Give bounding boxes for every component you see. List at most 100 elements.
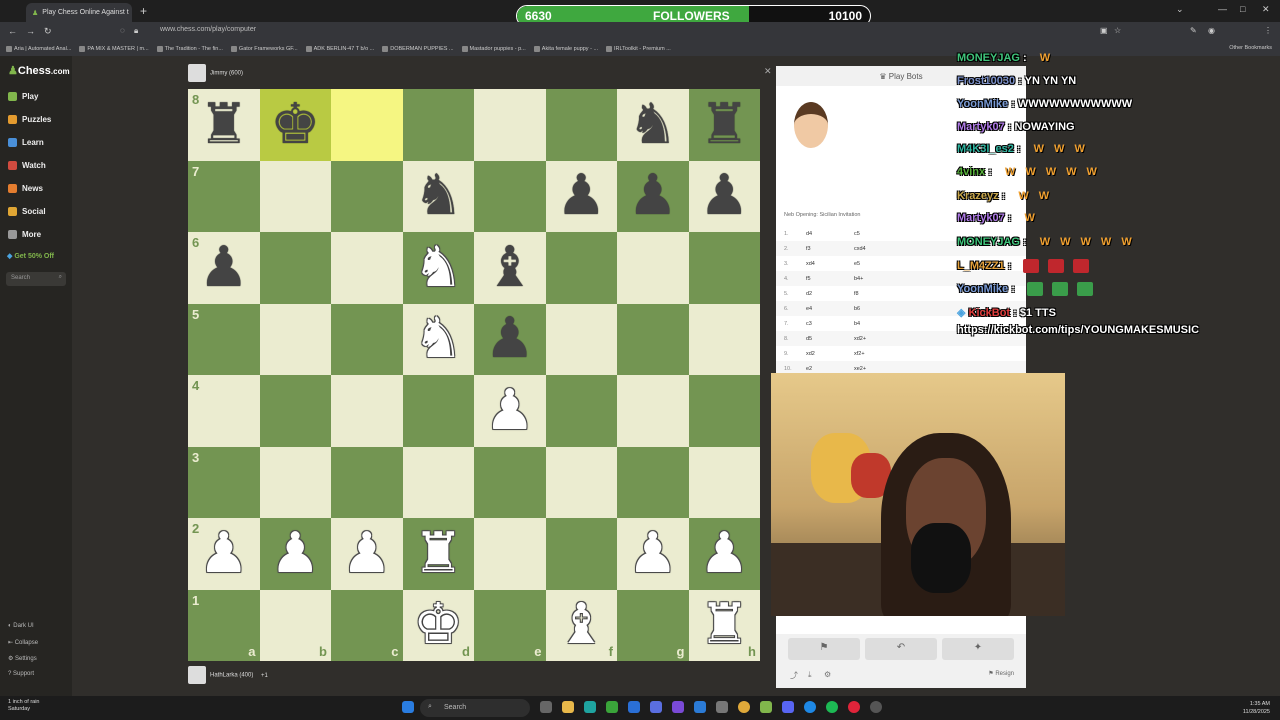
move-row[interactable]: 9. xd2 xf2+ xyxy=(776,346,1026,361)
black-move[interactable]: xd2+ xyxy=(854,336,866,342)
square-c6[interactable] xyxy=(331,232,403,304)
chess-app-icon[interactable] xyxy=(760,701,772,713)
square-b4[interactable] xyxy=(259,375,331,447)
resign-button[interactable]: ⚑ Resign xyxy=(988,670,1014,677)
square-d3[interactable] xyxy=(402,446,474,518)
bookmark-star-icon[interactable]: ☆ xyxy=(1114,26,1121,35)
square-a4[interactable]: 4 xyxy=(188,375,260,447)
square-e3[interactable] xyxy=(474,446,546,518)
black-move[interactable]: b4 xyxy=(854,321,860,327)
black-move[interactable]: c5 xyxy=(854,231,860,237)
white-piece-d6[interactable]: ♞ xyxy=(403,232,475,304)
square-c5[interactable] xyxy=(331,303,403,375)
square-h5[interactable] xyxy=(688,303,760,375)
share-icon[interactable]: ⤴ xyxy=(790,670,798,681)
white-piece-f1[interactable]: ♝ xyxy=(546,590,618,662)
square-g4[interactable] xyxy=(617,375,689,447)
lock-icon[interactable]: 🔒︎ xyxy=(134,26,138,36)
dark-ui-toggle[interactable]: ◐ Dark UI xyxy=(8,623,34,629)
bookmark-item[interactable]: IRLToolkit - Premium ... xyxy=(606,46,671,52)
white-piece-b2[interactable]: ♟ xyxy=(260,518,332,590)
undo-button[interactable]: ↶ xyxy=(865,638,937,660)
black-piece-b8[interactable]: ♚ xyxy=(260,89,332,161)
weather-widget[interactable]: 1 inch of rain Saturday xyxy=(8,699,40,713)
translate-icon[interactable]: ▣ xyxy=(1100,26,1108,35)
bookmark-item[interactable]: PA MIX & MASTER | m... xyxy=(79,46,149,52)
black-piece-h7[interactable]: ♟ xyxy=(689,161,761,233)
bookmark-item[interactable]: The Tradition - The fin... xyxy=(156,46,223,52)
white-move[interactable]: d2 xyxy=(806,291,854,297)
taskbar-clock[interactable]: 1:35 AM 11/28/2025 xyxy=(1243,700,1270,716)
bookmark-item[interactable]: Akita female puppy - ... xyxy=(533,46,598,52)
square-b5[interactable] xyxy=(259,303,331,375)
black-piece-a6[interactable]: ♟ xyxy=(188,232,260,304)
square-g1[interactable]: g xyxy=(617,589,689,661)
square-h3[interactable] xyxy=(688,446,760,518)
black-move[interactable]: b6 xyxy=(854,306,860,312)
white-move[interactable]: d4 xyxy=(806,231,854,237)
bookmark-item[interactable]: ADK BERLIN-47 T b/o ... xyxy=(305,46,374,52)
black-move[interactable]: xf2+ xyxy=(854,351,865,357)
sidebar-item-social[interactable]: Social xyxy=(8,207,46,216)
settings-icon[interactable]: ⚙ xyxy=(824,670,831,679)
black-move[interactable]: cxd4 xyxy=(854,246,866,252)
square-e1[interactable]: e xyxy=(474,589,546,661)
sidebar-item-more[interactable]: More xyxy=(8,230,41,239)
other-bookmarks[interactable]: Other Bookmarks xyxy=(1229,45,1272,51)
square-f2[interactable] xyxy=(545,518,617,590)
black-piece-d7[interactable]: ♞ xyxy=(403,161,475,233)
white-piece-g2[interactable]: ♟ xyxy=(617,518,689,590)
app-icon[interactable] xyxy=(584,701,596,713)
square-e7[interactable] xyxy=(474,160,546,232)
close-window-icon[interactable]: ✕ xyxy=(1262,4,1270,15)
app-icon[interactable] xyxy=(848,701,860,713)
square-h6[interactable] xyxy=(688,232,760,304)
white-piece-d5[interactable]: ♞ xyxy=(403,304,475,376)
white-move[interactable]: c3 xyxy=(806,321,854,327)
hint-button[interactable]: ✦ xyxy=(942,638,1014,660)
sidebar-item-learn[interactable]: Learn xyxy=(8,138,44,147)
discord-icon[interactable] xyxy=(782,701,794,713)
bookmark-item[interactable]: Gator Frameworks GF... xyxy=(230,46,298,52)
settings-link[interactable]: ⚙ Settings xyxy=(8,655,37,662)
spotify-icon[interactable] xyxy=(826,701,838,713)
square-b3[interactable] xyxy=(259,446,331,518)
white-piece-d1[interactable]: ♚ xyxy=(403,590,475,662)
download-icon[interactable]: ⤓ xyxy=(808,670,812,680)
app-icon[interactable] xyxy=(716,701,728,713)
square-f8[interactable] xyxy=(545,89,617,161)
app-icon[interactable] xyxy=(672,701,684,713)
obs-icon[interactable] xyxy=(870,701,882,713)
square-f3[interactable] xyxy=(545,446,617,518)
square-c3[interactable] xyxy=(331,446,403,518)
bookmark-item[interactable]: Mastador puppies - p... xyxy=(461,46,526,52)
square-a3[interactable]: 3 xyxy=(188,446,260,518)
minimize-icon[interactable]: — xyxy=(1218,4,1227,14)
support-link[interactable]: ? Support xyxy=(8,671,34,677)
bookmark-item[interactable]: Aria | Automated Anal... xyxy=(6,46,71,52)
square-e2[interactable] xyxy=(474,518,546,590)
white-move[interactable]: e2 xyxy=(806,366,854,372)
square-e8[interactable] xyxy=(474,89,546,161)
black-piece-a8[interactable]: ♜ xyxy=(188,89,260,161)
white-move[interactable]: f3 xyxy=(806,246,854,252)
profile-icon[interactable]: ◉ xyxy=(1208,26,1215,35)
square-b1[interactable]: b xyxy=(259,589,331,661)
url-input[interactable]: www.chess.com/play/computer xyxy=(160,26,256,33)
browser-tab[interactable]: ♟ Play Chess Online Against t ✕ xyxy=(26,3,132,22)
square-a1[interactable]: 1a xyxy=(188,589,260,661)
app-icon[interactable] xyxy=(694,701,706,713)
white-move[interactable]: d5 xyxy=(806,336,854,342)
chrome-icon[interactable] xyxy=(738,701,750,713)
square-f5[interactable] xyxy=(545,303,617,375)
square-d8[interactable] xyxy=(402,89,474,161)
collapse-button[interactable]: ⇤ Collapse xyxy=(8,639,38,646)
square-a5[interactable]: 5 xyxy=(188,303,260,375)
square-c8[interactable] xyxy=(331,89,403,161)
square-c1[interactable]: c xyxy=(331,589,403,661)
square-f4[interactable] xyxy=(545,375,617,447)
square-h4[interactable] xyxy=(688,375,760,447)
square-g6[interactable] xyxy=(617,232,689,304)
close-icon[interactable]: ✕ xyxy=(764,66,772,77)
menu-icon[interactable]: ⋮ xyxy=(1264,26,1272,35)
